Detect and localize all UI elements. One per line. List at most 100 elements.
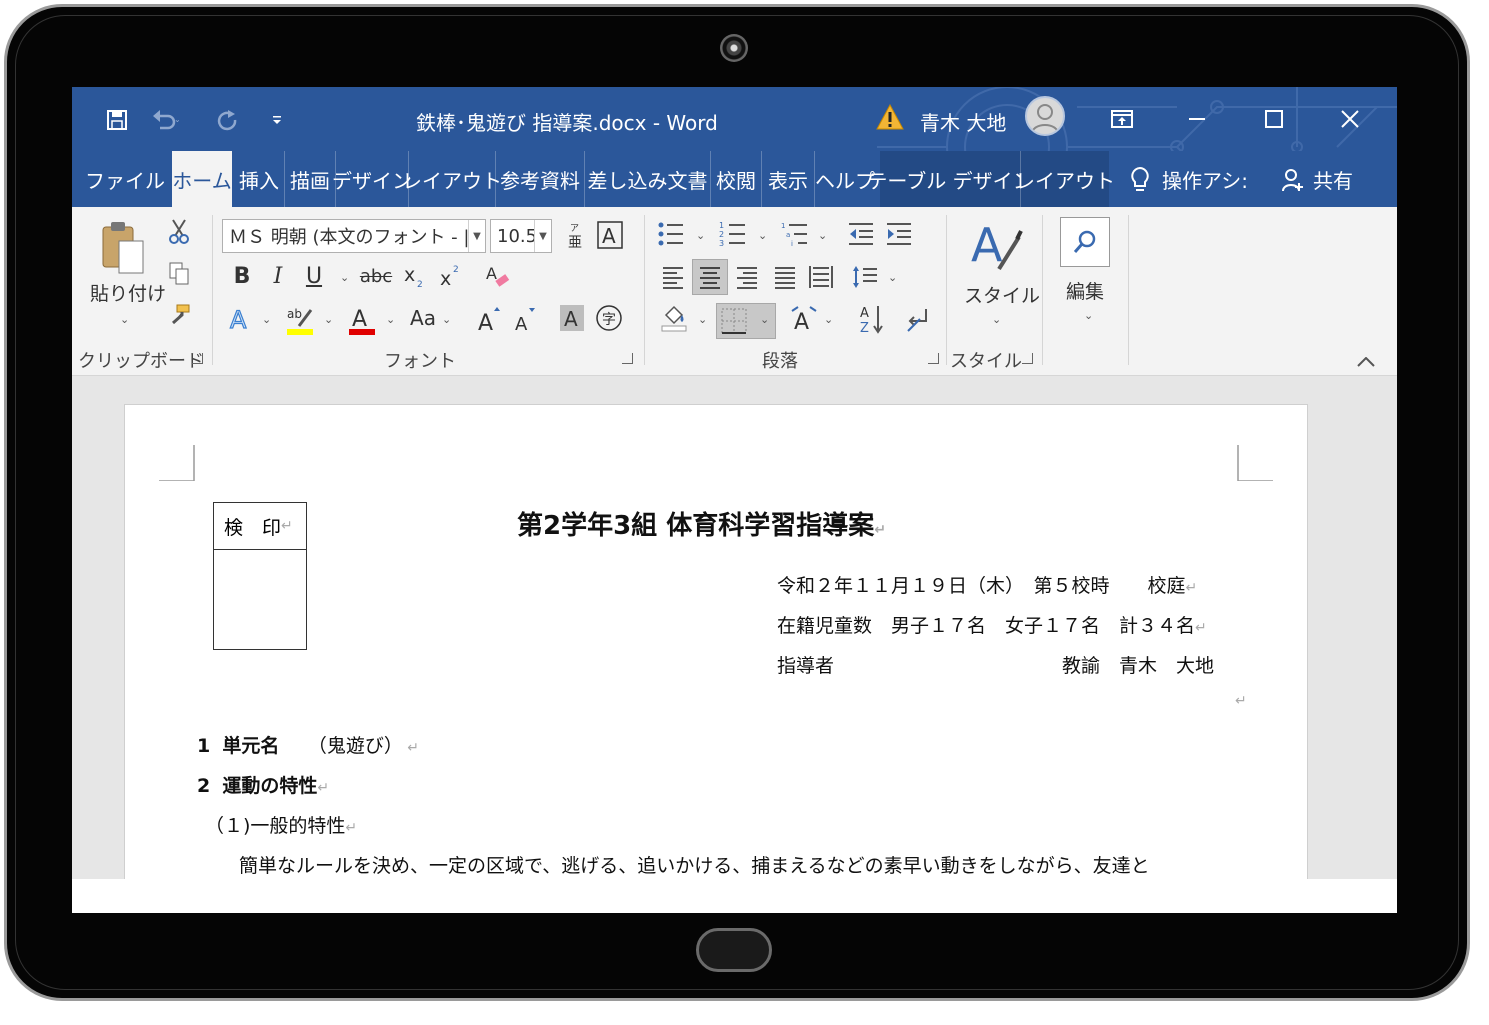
highlight-color-icon[interactable]: ab — [284, 303, 316, 337]
svg-text:ab: ab — [287, 307, 302, 321]
underline-dropdown-icon[interactable]: ⌄ — [340, 271, 349, 284]
tell-me-search[interactable]: 操作アシ: — [1162, 151, 1262, 207]
character-shading-icon[interactable]: A — [558, 303, 586, 333]
increase-indent-icon[interactable] — [884, 219, 914, 249]
tab-help[interactable]: ヘルプ — [815, 151, 875, 207]
asian-layout-dropdown-icon[interactable]: ⌄ — [824, 313, 833, 326]
line-spacing-dropdown-icon[interactable]: ⌄ — [888, 271, 897, 284]
clear-formatting-icon[interactable]: A — [482, 261, 512, 291]
redo-icon[interactable] — [212, 105, 242, 135]
styles-launcher-icon[interactable] — [1022, 353, 1033, 364]
avatar[interactable] — [1025, 96, 1065, 136]
svg-text:⌄: ⌄ — [174, 115, 180, 124]
align-right-icon[interactable] — [732, 261, 762, 293]
customize-qat-icon[interactable] — [262, 105, 292, 135]
cut-icon[interactable] — [166, 217, 192, 245]
home-button[interactable] — [696, 928, 772, 972]
tab-draw[interactable]: 描画 — [285, 151, 336, 207]
italic-icon[interactable]: I — [264, 261, 292, 291]
tab-table-design[interactable]: テーブル デザイン — [867, 151, 1033, 207]
tab-table-layout[interactable]: レイアウト — [1015, 151, 1115, 207]
text-effects-dropdown-icon[interactable]: ⌄ — [262, 313, 271, 326]
lightbulb-icon[interactable] — [1128, 165, 1152, 195]
decrease-indent-icon[interactable] — [846, 219, 876, 249]
paste-dropdown-icon[interactable]: ⌄ — [120, 313, 129, 326]
tab-review[interactable]: 校閲 — [711, 151, 762, 207]
strikethrough-icon[interactable]: abc — [360, 261, 392, 291]
align-center-icon[interactable] — [692, 259, 728, 295]
ribbon-display-options-icon[interactable] — [1104, 101, 1140, 137]
close-icon[interactable] — [1332, 101, 1368, 137]
bold-icon[interactable]: B — [228, 261, 256, 291]
underline-icon[interactable]: U — [300, 261, 328, 291]
user-name[interactable]: 青木 大地 — [920, 107, 1006, 136]
numbering-icon[interactable]: 123 — [718, 219, 748, 249]
grow-font-icon[interactable]: A — [476, 303, 504, 335]
warning-icon[interactable] — [876, 103, 904, 134]
copy-icon[interactable] — [166, 259, 192, 287]
undo-icon[interactable]: ⌄ — [150, 105, 180, 135]
tab-design[interactable]: デザイン — [332, 151, 412, 207]
subscript-icon[interactable]: x2 — [402, 261, 430, 291]
enclosed-character-icon[interactable]: A — [596, 219, 624, 251]
bullets-icon[interactable] — [656, 219, 686, 249]
font-launcher-icon[interactable] — [622, 353, 633, 364]
tab-insert[interactable]: 挿入 — [234, 151, 285, 207]
change-case-dropdown-icon[interactable]: ⌄ — [442, 313, 451, 326]
shrink-font-icon[interactable]: A — [512, 303, 540, 335]
share-person-icon[interactable] — [1280, 167, 1306, 193]
editing-label[interactable]: 編集 — [1066, 277, 1104, 304]
body-paragraph: 簡単なルールを決め、一定の区域で、逃げる、追いかける、捕まえるなどの素早い動きを… — [239, 855, 1150, 877]
maximize-icon[interactable] — [1256, 101, 1292, 137]
styles-dropdown-icon[interactable]: ⌄ — [992, 313, 1001, 326]
save-icon[interactable] — [102, 105, 132, 135]
tab-view[interactable]: 表示 — [762, 151, 815, 207]
shading-dropdown-icon[interactable]: ⌄ — [698, 313, 707, 326]
tab-mailings[interactable]: 差し込み文書 — [585, 151, 711, 207]
align-left-icon[interactable] — [658, 261, 688, 293]
styles-label[interactable]: スタイル — [964, 281, 1040, 308]
document-page[interactable]: 検 印 ↵ 第2学年3組 体育科学習指導案↵ 令和２年１１月１９日（木） 第５校時… — [124, 404, 1308, 913]
font-color-icon[interactable]: A — [346, 303, 378, 337]
line-spacing-icon[interactable] — [850, 261, 880, 293]
tab-file[interactable]: ファイル — [80, 151, 170, 207]
borders-dropdown-icon[interactable]: ⌄ — [760, 313, 769, 326]
collapse-ribbon-icon[interactable] — [1356, 355, 1376, 369]
tab-home[interactable]: ホーム — [172, 151, 232, 207]
tab-references[interactable]: 参考資料 — [496, 151, 585, 207]
justify-icon[interactable] — [770, 261, 800, 293]
numbering-dropdown-icon[interactable]: ⌄ — [758, 229, 767, 242]
share-button[interactable]: 共有 — [1310, 151, 1356, 207]
font-color-dropdown-icon[interactable]: ⌄ — [386, 313, 395, 326]
font-name-input[interactable]: ＭＳ 明朝 (本文のフォント - | ▼ — [222, 219, 486, 253]
font-name-dropdown-icon[interactable]: ▼ — [468, 220, 485, 252]
editing-dropdown-icon[interactable]: ⌄ — [1084, 309, 1093, 322]
superscript-icon[interactable]: x2 — [438, 261, 466, 291]
multilevel-list-icon[interactable]: 1ai — [780, 219, 810, 249]
format-painter-icon[interactable] — [166, 301, 192, 329]
highlight-dropdown-icon[interactable]: ⌄ — [324, 313, 333, 326]
paste-icon[interactable] — [94, 217, 150, 279]
change-case-icon[interactable]: Aa — [406, 303, 440, 333]
text-effects-icon[interactable]: A — [226, 303, 254, 335]
paragraph-launcher-icon[interactable] — [928, 353, 939, 364]
enclose-characters-icon[interactable]: 字 — [594, 303, 624, 333]
styles-icon[interactable]: A — [968, 217, 1024, 273]
font-size-dropdown-icon[interactable]: ▼ — [534, 220, 551, 252]
paste-label[interactable]: 貼り付け — [90, 279, 166, 306]
bullets-dropdown-icon[interactable]: ⌄ — [696, 229, 705, 242]
tab-layout[interactable]: レイアウト — [402, 151, 502, 207]
clipboard-launcher-icon[interactable] — [192, 353, 203, 364]
sort-icon[interactable]: AZ — [858, 303, 886, 337]
distributed-icon[interactable] — [806, 261, 836, 293]
ruby-icon[interactable]: ア亜 — [562, 219, 588, 253]
multilevel-dropdown-icon[interactable]: ⌄ — [818, 229, 827, 242]
font-size-input[interactable]: 10.5 ▼ — [490, 219, 552, 253]
minimize-icon[interactable] — [1179, 101, 1215, 137]
inspection-stamp-box: 検 印 ↵ — [213, 502, 307, 650]
shading-icon[interactable] — [658, 301, 690, 335]
asian-layout-icon[interactable]: A — [788, 303, 820, 335]
editing-search-icon[interactable] — [1060, 217, 1110, 267]
show-paragraph-marks-icon[interactable] — [902, 303, 932, 335]
svg-text:2: 2 — [417, 280, 423, 289]
